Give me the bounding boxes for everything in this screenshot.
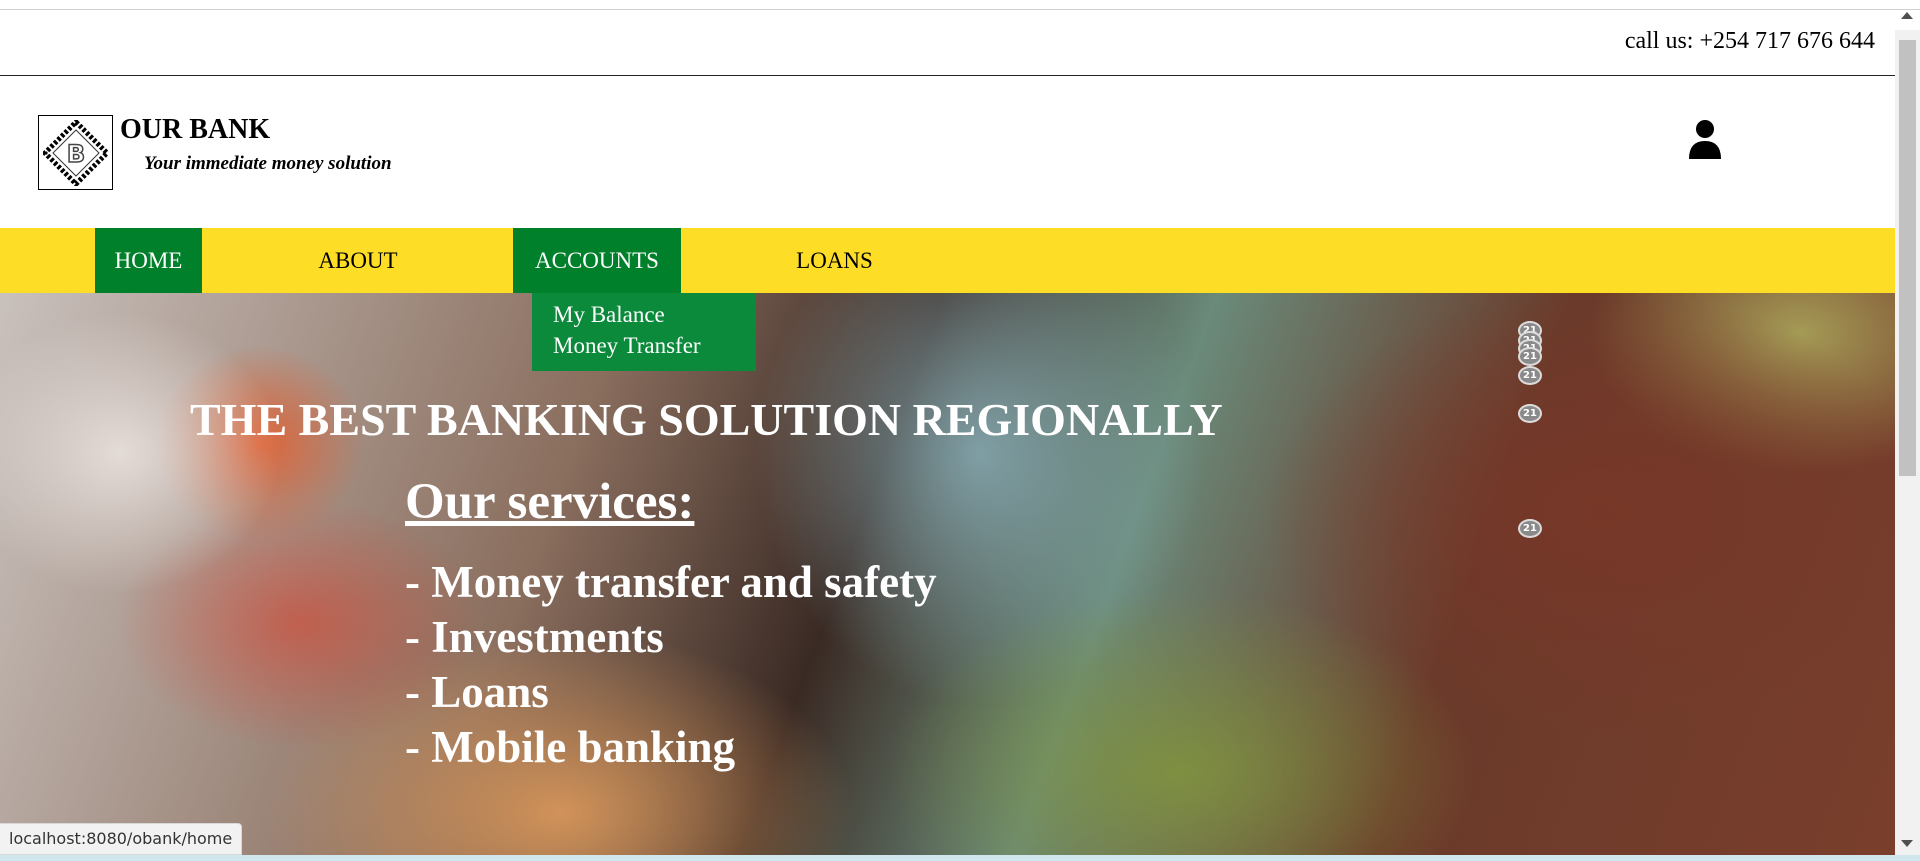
hero-headline: THE BEST BANKING SOLUTION REGIONALLY bbox=[190, 394, 1223, 445]
top-contact-bar: call us: +254 717 676 644 bbox=[0, 10, 1895, 76]
coin-icon: 21 bbox=[1518, 404, 1542, 423]
services-list: - Money transfer and safety - Investment… bbox=[405, 555, 937, 775]
scroll-up-arrow-icon[interactable] bbox=[1901, 12, 1913, 19]
nav-home[interactable]: HOME bbox=[95, 228, 202, 293]
scrollbar-thumb[interactable] bbox=[1899, 40, 1916, 476]
logo-letter: B bbox=[66, 140, 84, 168]
nav-loans[interactable]: LOANS bbox=[776, 228, 893, 293]
service-item: - Money transfer and safety bbox=[405, 557, 937, 607]
vertical-scrollbar[interactable] bbox=[1895, 12, 1920, 855]
window-bottom-edge bbox=[0, 855, 1920, 861]
scroll-down-arrow-icon[interactable] bbox=[1901, 840, 1913, 847]
logo-diamond-icon: B bbox=[42, 119, 109, 186]
dropdown-item-money-transfer[interactable]: Money Transfer bbox=[553, 333, 701, 359]
services-title: Our services: bbox=[405, 474, 695, 530]
coin-icon: 21 bbox=[1518, 366, 1542, 385]
phone-contact: call us: +254 717 676 644 bbox=[1624, 28, 1875, 54]
hero-banner: THE BEST BANKING SOLUTION REGIONALLY Our… bbox=[0, 293, 1895, 855]
dropdown-item-my-balance[interactable]: My Balance bbox=[553, 302, 665, 328]
service-item: - Investments bbox=[405, 612, 664, 662]
accounts-dropdown: My Balance Money Transfer bbox=[532, 293, 756, 371]
brand-header: B OUR BANK Your immediate money solution bbox=[0, 76, 1895, 228]
bank-tagline: Your immediate money solution bbox=[144, 153, 392, 174]
main-navbar: HOME ABOUT ACCOUNTS LOANS bbox=[0, 228, 1895, 293]
service-item: - Mobile banking bbox=[405, 722, 736, 772]
coin-icon: 21 bbox=[1518, 519, 1542, 538]
logo-icon[interactable]: B bbox=[38, 115, 113, 190]
nav-accounts[interactable]: ACCOUNTS bbox=[513, 228, 681, 293]
coin-icon: 21 bbox=[1518, 347, 1542, 366]
nav-about[interactable]: ABOUT bbox=[298, 228, 418, 293]
status-bar-url: localhost:8080/obank/home bbox=[0, 823, 243, 855]
user-icon[interactable] bbox=[1688, 119, 1722, 159]
service-item: - Loans bbox=[405, 667, 549, 717]
bank-name: OUR BANK bbox=[120, 114, 271, 145]
